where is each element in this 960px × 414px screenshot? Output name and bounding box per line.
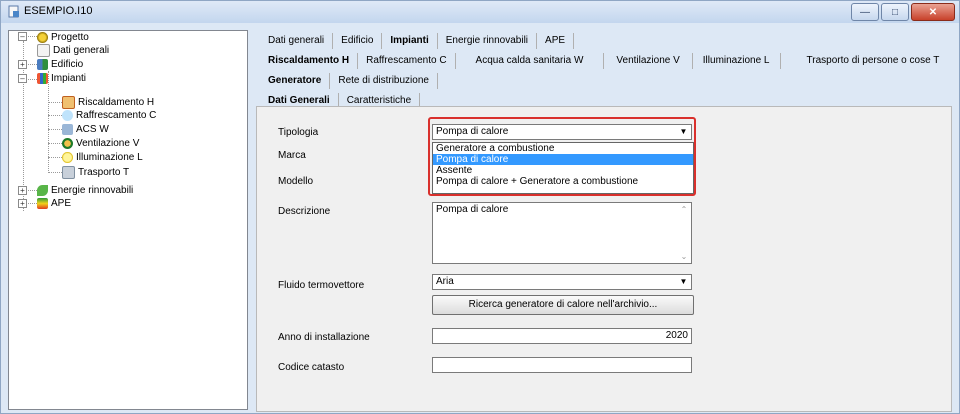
tree-label: Impianti [51,72,87,84]
expand-toggle-edificio[interactable]: + [18,60,27,69]
tab-dati-generali[interactable]: Dati generali [260,33,334,49]
tree-item-ventilazione[interactable]: Ventilazione V [62,137,139,149]
maximize-button[interactable]: □ [881,3,909,21]
project-tree[interactable]: – Progetto Dati generali + Edificio – Im… [8,30,248,410]
close-button[interactable]: ✕ [911,3,955,21]
tab-raffrescamento[interactable]: Raffrescamento C [358,53,456,69]
codice-catasto-label: Codice catasto [278,362,345,373]
tree-label: Dati generali [53,44,110,56]
tree-label: APE [51,197,72,209]
fluido-value: Aria [436,276,454,287]
tree-item-edificio[interactable]: Edificio [37,58,83,70]
document-icon [37,43,50,57]
minimize-button[interactable]: — [851,3,879,21]
tree-label: Riscaldamento H [78,96,155,108]
grid-icon [37,72,48,84]
tree-item-illuminazione[interactable]: Illuminazione L [62,151,143,163]
marca-label: Marca [278,150,306,161]
tab-trasporto[interactable]: Trasporto di persone o cose T [781,53,960,69]
tree-item-ape[interactable]: APE [37,197,71,209]
tree-item-acs[interactable]: ACS W [62,123,109,135]
descrizione-label: Descrizione [278,206,331,217]
chevron-down-icon[interactable]: ▼ [678,277,689,287]
scroll-up-icon[interactable]: ⌃ [679,205,689,214]
fan-icon [62,137,73,149]
tree-label: Edificio [51,58,84,70]
window-title: ESEMPIO.I10 [24,5,93,17]
snowflake-icon [62,109,73,121]
tipologia-label: Tipologia [278,127,319,138]
tab-energie-rinnovabili[interactable]: Energie rinnovabili [438,33,538,49]
tree-item-raffrescamento[interactable]: Raffrescamento C [62,109,156,121]
tab-ventilazione[interactable]: Ventilazione V [604,53,693,69]
scroll-down-icon[interactable]: ⌄ [679,252,689,261]
anno-label: Anno di installazione [278,332,370,343]
tree-item-riscaldamento[interactable]: Riscaldamento H [62,95,155,109]
generatore-tabs: Generatore Rete di distribuzione [260,73,438,89]
tree-label: Trasporto T [78,166,130,178]
codice-catasto-input[interactable] [432,357,692,373]
expand-toggle-ape[interactable]: + [18,199,27,208]
collapse-toggle-progetto[interactable]: – [18,32,27,41]
tree-item-energie-rinnovabili[interactable]: Energie rinnovabili [37,184,133,196]
impianti-tabs: Riscaldamento H Raffrescamento C Acqua c… [260,53,960,69]
tree-label: Energie rinnovabili [51,184,134,196]
descrizione-textarea[interactable]: Pompa di calore ⌃ ⌄ [432,202,692,264]
anno-value: 2020 [665,330,688,341]
elevator-icon [62,165,75,179]
descrizione-value: Pompa di calore [436,204,509,215]
tab-illuminazione[interactable]: Illuminazione L [693,53,781,69]
tab-generatore[interactable]: Generatore [260,73,331,89]
title-bar: ESEMPIO.I10 — □ ✕ [1,1,959,23]
collapse-toggle-impianti[interactable]: – [18,74,27,83]
gear-icon [37,31,48,43]
building-icon [37,58,48,70]
tab-impianti[interactable]: Impianti [382,33,438,49]
tab-ape[interactable]: APE [537,33,575,49]
annotation-highlight-box [428,117,696,196]
main-tabs: Dati generali Edificio Impianti Energie … [260,33,575,49]
tab-acqua-calda[interactable]: Acqua calda sanitaria W [456,53,605,69]
fluido-label: Fluido termovettore [278,280,365,291]
tree-label: Raffrescamento C [76,109,157,121]
ricerca-button-label: Ricerca generatore di calore nell'archiv… [468,299,658,310]
anno-input[interactable]: 2020 [432,328,692,344]
ricerca-generatore-button[interactable]: Ricerca generatore di calore nell'archiv… [432,295,694,315]
tree-item-progetto[interactable]: Progetto [37,31,89,43]
tree-item-impianti[interactable]: Impianti [37,72,86,84]
tab-edificio[interactable]: Edificio [333,33,383,49]
tree-item-trasporto[interactable]: Trasporto T [62,165,130,179]
modello-label: Modello [278,176,314,187]
energy-label-icon [37,197,48,209]
house-heat-icon [62,95,75,109]
tree-item-dati-generali[interactable]: Dati generali [37,43,110,57]
lightbulb-icon [62,151,73,163]
fluido-select[interactable]: Aria ▼ [432,274,692,290]
faucet-icon [62,123,73,135]
app-icon [8,5,19,18]
tree-label: ACS W [76,123,109,135]
expand-toggle-energie[interactable]: + [18,186,27,195]
tab-riscaldamento[interactable]: Riscaldamento H [260,53,359,69]
tree-label: Progetto [51,31,89,43]
tree-label: Ventilazione V [76,137,140,149]
tab-rete-distribuzione[interactable]: Rete di distribuzione [330,73,438,89]
leaf-icon [37,184,48,196]
tree-label: Illuminazione L [76,151,143,163]
